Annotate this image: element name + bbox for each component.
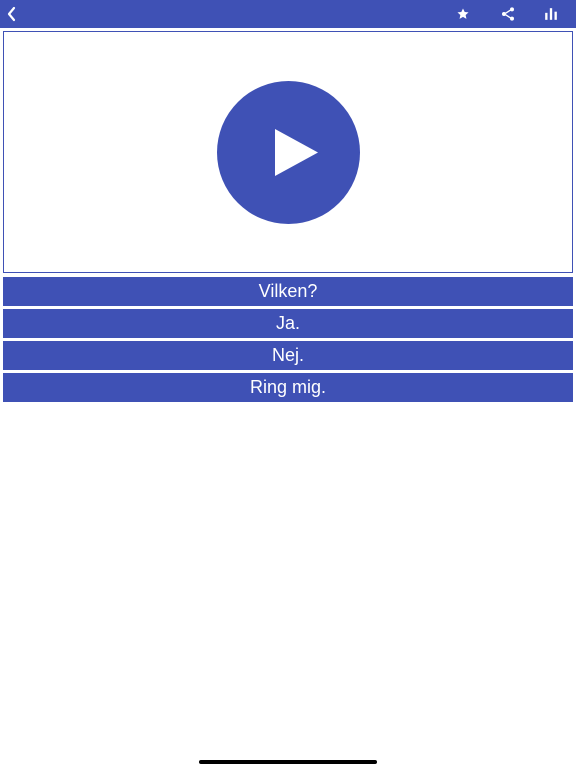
star-icon — [457, 8, 469, 19]
chevron-left-icon — [7, 6, 16, 22]
home-indicator[interactable] — [199, 760, 377, 764]
favorite-button[interactable] — [453, 0, 473, 28]
phrase-label: Ring mig. — [249, 377, 327, 397]
share-button[interactable] — [498, 0, 518, 28]
phrase-button-ja[interactable]: Ja. — [3, 309, 573, 338]
phrase-button-vilken[interactable]: Vilken? — [3, 277, 573, 306]
phrase-button-nej[interactable]: Nej. — [3, 341, 573, 370]
video-player[interactable] — [3, 31, 573, 273]
phrase-button-ring-mig[interactable]: Ring mig. — [3, 373, 573, 402]
phrase-label: Ja. — [275, 313, 300, 333]
share-icon — [502, 7, 514, 21]
phrase-list: Vilken? Ja. Nej. Ring mig. — [3, 277, 573, 405]
phrase-label: Nej. — [271, 345, 304, 365]
app-screen: Vilken? Ja. Nej. Ring mig. — [0, 0, 576, 768]
phrase-label: Vilken? — [258, 281, 318, 301]
play-icon — [275, 129, 318, 176]
bar-chart-icon — [545, 8, 557, 20]
play-button[interactable] — [217, 81, 360, 224]
statistics-button[interactable] — [541, 0, 561, 28]
back-button[interactable] — [2, 0, 22, 28]
top-app-bar — [0, 0, 576, 28]
